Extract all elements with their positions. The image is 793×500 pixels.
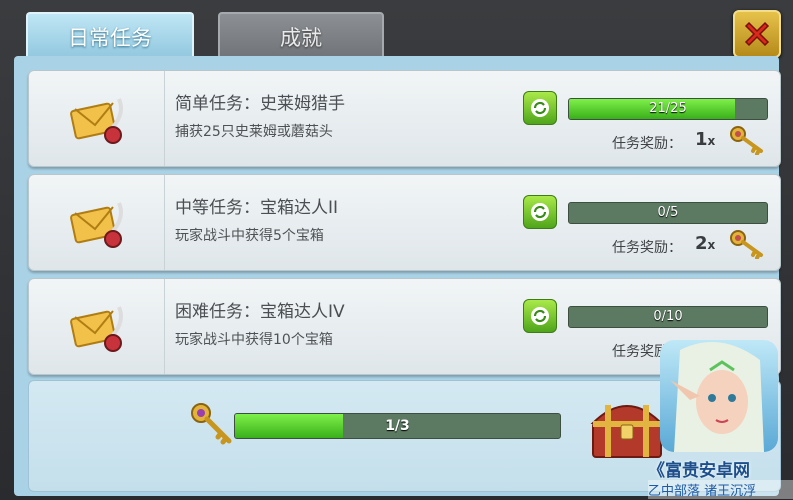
watermark: 《富贵安卓网 乙中部落 诸王沉浮 <box>648 340 793 500</box>
envelope-quill-icon <box>70 306 123 352</box>
quest-window: 日常任务 成就 简单任务：史莱姆猎手 捕获25只史莱姆或蘑菇头 21/25 任务… <box>0 0 793 500</box>
key-icon <box>730 126 763 155</box>
task-icon-box <box>29 71 165 166</box>
task-title: 中等任务：宝箱达人II <box>175 198 339 218</box>
elf-portrait-image <box>660 340 778 452</box>
watermark-subtitle: 乙中部落 诸王沉浮 <box>648 480 793 499</box>
key-icon <box>730 230 763 259</box>
task-row-medium: 中等任务：宝箱达人II 玩家战斗中获得5个宝箱 0/5 任务奖励： 2x <box>28 174 781 271</box>
task-title: 困难任务：宝箱达人IV <box>175 302 345 322</box>
daily-progress-bar: 1/3 <box>234 413 561 439</box>
reward-label: 任务奖励： <box>612 136 682 152</box>
refresh-button[interactable] <box>523 91 557 125</box>
refresh-icon <box>531 203 549 221</box>
progress-text: 0/10 <box>653 309 683 324</box>
tab-achievements[interactable]: 成就 <box>218 12 384 62</box>
reward-count-value: 1 <box>695 129 708 150</box>
task-description: 捕获25只史莱姆或蘑菇头 <box>175 124 333 140</box>
close-x-icon <box>744 21 770 47</box>
task-title: 简单任务：史莱姆猎手 <box>175 94 345 114</box>
progress-text: 1/3 <box>385 418 410 434</box>
progress-text: 0/5 <box>657 205 679 220</box>
gold-key-icon <box>191 403 232 445</box>
envelope-quill-icon <box>70 98 123 144</box>
task-row-easy: 简单任务：史莱姆猎手 捕获25只史莱姆或蘑菇头 21/25 任务奖励： 1x <box>28 70 781 167</box>
task-description: 玩家战斗中获得10个宝箱 <box>175 332 333 348</box>
refresh-button[interactable] <box>523 195 557 229</box>
refresh-icon <box>531 307 549 325</box>
reward-label: 任务奖励： <box>612 240 682 256</box>
task-icon-box <box>29 175 165 270</box>
tab-daily-tasks[interactable]: 日常任务 <box>26 12 194 60</box>
watermark-title: 《富贵安卓网 <box>648 461 750 481</box>
task-progress-bar: 0/5 <box>568 202 768 224</box>
task-progress-bar: 0/10 <box>568 306 768 328</box>
reward-count: 2x <box>695 233 715 254</box>
progress-text: 21/25 <box>649 101 687 116</box>
task-progress-bar: 21/25 <box>568 98 768 120</box>
reward-multiplier: x <box>707 238 716 252</box>
close-button[interactable] <box>733 10 781 58</box>
reward-count-value: 2 <box>695 233 708 254</box>
envelope-quill-icon <box>70 202 123 248</box>
reward-count: 1x <box>695 129 715 150</box>
refresh-button[interactable] <box>523 299 557 333</box>
task-description: 玩家战斗中获得5个宝箱 <box>175 228 324 244</box>
refresh-icon <box>531 99 549 117</box>
reward-multiplier: x <box>707 134 716 148</box>
task-icon-box <box>29 279 165 374</box>
